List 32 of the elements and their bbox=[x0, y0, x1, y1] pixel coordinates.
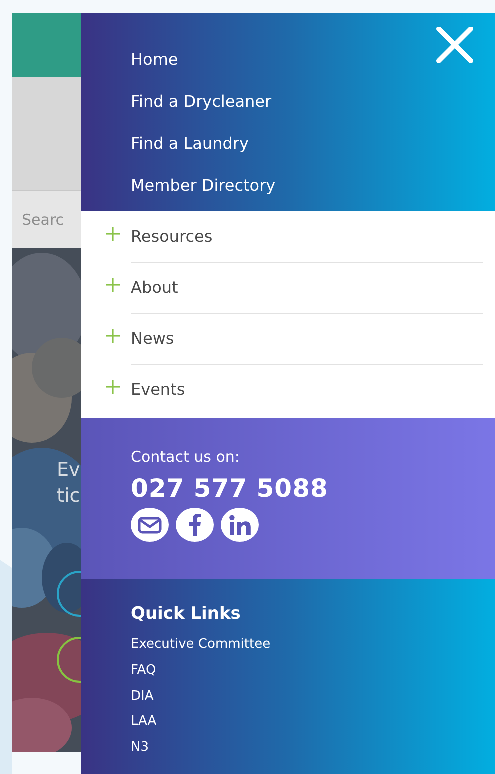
quick-link[interactable]: LAA bbox=[131, 709, 157, 736]
slide-text: tic bbox=[57, 484, 80, 508]
quick-link[interactable]: DIA bbox=[131, 684, 154, 710]
facebook-icon bbox=[189, 514, 201, 536]
menu-section-link[interactable]: Events bbox=[131, 364, 483, 415]
header-bar bbox=[12, 13, 81, 77]
quick-link[interactable]: N3 bbox=[131, 735, 149, 761]
social-button[interactable] bbox=[131, 508, 169, 542]
plus-icon[interactable] bbox=[105, 378, 121, 394]
linkedin-icon bbox=[229, 515, 251, 535]
social-button[interactable] bbox=[176, 508, 214, 542]
menu-section-link[interactable]: About bbox=[131, 262, 483, 314]
menu-section-link[interactable]: Resources bbox=[131, 210, 483, 262]
menu-section-link[interactable]: News bbox=[131, 312, 483, 364]
quick-link[interactable]: Executive Committee bbox=[131, 632, 271, 658]
social-button[interactable] bbox=[221, 508, 259, 542]
menu-link[interactable]: Find a Drycleaner bbox=[131, 87, 272, 116]
plus-icon[interactable] bbox=[105, 226, 121, 242]
quick-links-title: Quick Links bbox=[131, 603, 242, 626]
outline-button[interactable] bbox=[56, 570, 81, 618]
contact-label: Contact us on: bbox=[131, 447, 241, 468]
quick-link[interactable]: FAQ bbox=[131, 658, 156, 684]
slide-text: Ev bbox=[57, 458, 80, 482]
menu-link[interactable]: Home bbox=[131, 45, 178, 74]
menu-link[interactable]: Member Directory bbox=[131, 171, 276, 200]
menu-link[interactable]: Find a Laundry bbox=[131, 129, 249, 158]
phone-number: 027 577 5088 bbox=[131, 473, 330, 505]
close-icon[interactable] bbox=[435, 27, 475, 63]
outline-button[interactable] bbox=[56, 636, 81, 684]
plus-icon[interactable] bbox=[105, 328, 121, 344]
plus-icon[interactable] bbox=[105, 276, 121, 292]
mail-icon bbox=[138, 516, 162, 534]
